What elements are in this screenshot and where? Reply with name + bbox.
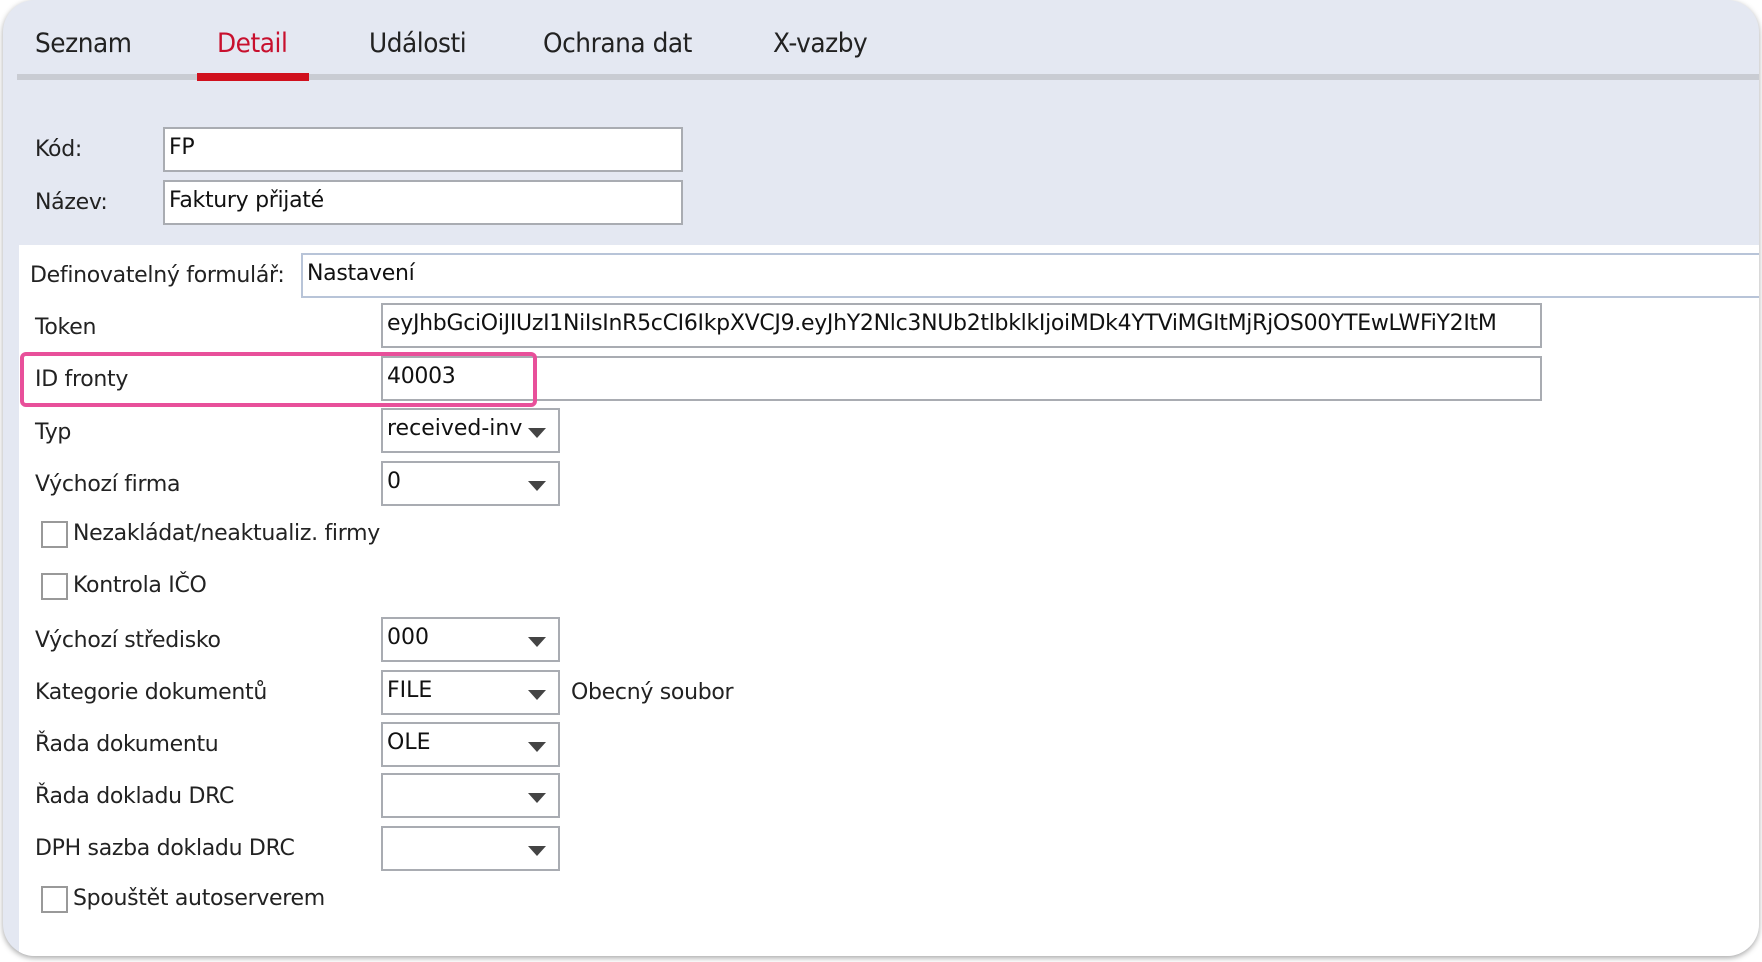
vychozi-firma-label: Výchozí firma xyxy=(35,472,181,497)
kod-label: Kód: xyxy=(35,137,82,162)
chevron-down-icon xyxy=(528,481,546,491)
tab-seznam[interactable]: Seznam xyxy=(35,28,132,59)
typ-select[interactable]: received-inv xyxy=(381,408,560,453)
id-fronty-input[interactable]: 40003 xyxy=(381,356,1542,401)
kod-input[interactable]: FP xyxy=(163,127,683,172)
vychozi-stredisko-value: 000 xyxy=(387,625,429,650)
tab-x-vazby[interactable]: X-vazby xyxy=(773,28,868,59)
vychozi-stredisko-label: Výchozí středisko xyxy=(35,628,221,653)
active-tab-indicator xyxy=(197,73,309,81)
typ-value: received-inv xyxy=(387,416,523,441)
dph-drc-select[interactable] xyxy=(381,826,560,871)
spoustet-checkbox[interactable] xyxy=(41,886,68,913)
definovatelny-label: Definovatelný formulář: xyxy=(30,263,285,288)
typ-label: Typ xyxy=(35,420,72,445)
kategorie-value: FILE xyxy=(387,678,433,703)
kategorie-select[interactable]: FILE xyxy=(381,670,560,715)
dph-drc-label: DPH sazba dokladu DRC xyxy=(35,836,295,861)
rada-drc-select[interactable] xyxy=(381,773,560,818)
chevron-down-icon xyxy=(528,742,546,752)
chevron-down-icon xyxy=(528,428,546,438)
nezakladat-checkbox[interactable] xyxy=(41,521,68,548)
chevron-down-icon xyxy=(528,637,546,647)
highlight-box xyxy=(20,352,537,407)
spoustet-label: Spouštět autoserverem xyxy=(73,886,325,911)
chevron-down-icon xyxy=(528,846,546,856)
vychozi-firma-value: 0 xyxy=(387,469,401,494)
kategorie-description: Obecný soubor xyxy=(571,680,734,705)
vychozi-stredisko-select[interactable]: 000 xyxy=(381,617,560,662)
detail-panel: Seznam Detail Události Ochrana dat X-vaz… xyxy=(3,0,1759,956)
kontrola-ico-label: Kontrola IČO xyxy=(73,573,207,598)
rada-dokumentu-value: OLE xyxy=(387,730,431,755)
token-input[interactable]: eyJhbGciOiJIUzI1NiIsInR5cCI6IkpXVCJ9.eyJ… xyxy=(381,303,1542,348)
tab-ochrana-dat[interactable]: Ochrana dat xyxy=(543,28,692,59)
chevron-down-icon xyxy=(528,690,546,700)
nazev-label: Název: xyxy=(35,190,108,215)
token-label: Token xyxy=(35,315,97,340)
rada-dokumentu-label: Řada dokumentu xyxy=(35,732,219,757)
definovatelny-input[interactable]: Nastavení xyxy=(301,253,1759,298)
chevron-down-icon xyxy=(528,793,546,803)
kategorie-label: Kategorie dokumentů xyxy=(35,680,268,705)
nezakladat-label: Nezakládat/neaktualiz. firmy xyxy=(73,521,380,546)
vychozi-firma-select[interactable]: 0 xyxy=(381,461,560,506)
kontrola-ico-checkbox[interactable] xyxy=(41,573,68,600)
rada-dokumentu-select[interactable]: OLE xyxy=(381,722,560,767)
tab-udalosti[interactable]: Události xyxy=(369,28,467,59)
nazev-input[interactable]: Faktury přijaté xyxy=(163,180,683,225)
tab-detail[interactable]: Detail xyxy=(217,28,288,59)
rada-drc-label: Řada dokladu DRC xyxy=(35,784,235,809)
